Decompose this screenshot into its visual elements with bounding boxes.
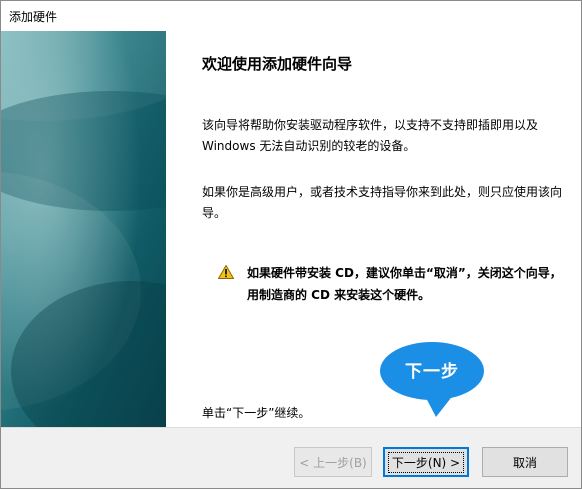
window-title: 添加硬件 <box>9 10 58 24</box>
title-bar[interactable]: 添加硬件 <box>1 1 581 30</box>
back-button-label: < 上一步(B) <box>299 455 367 470</box>
warning-text: 如果硬件带安装 CD，建议你单击“取消”，关闭这个向导，用制造商的 CD 来安装… <box>247 266 562 302</box>
next-button[interactable]: 下一步(N) > <box>383 447 469 477</box>
wizard-content: 欢迎使用添加硬件向导 该向导将帮助你安装驱动程序软件，以支持不支持即插即用以及 … <box>166 31 581 427</box>
button-bar: < 上一步(B) 下一步(N) > 取消 <box>1 427 581 488</box>
add-hardware-wizard-window: 添加硬件 欢迎使用添加硬件向导 该向导将帮助你安装驱动程序软件，以支持不支持即插… <box>0 0 582 489</box>
back-button[interactable]: < 上一步(B) <box>294 447 372 477</box>
callout-text: 下一步 <box>405 362 459 382</box>
next-step-callout: 下一步 <box>378 339 493 419</box>
warning-triangle-icon <box>218 265 234 279</box>
wizard-side-banner <box>1 31 166 427</box>
cancel-button[interactable]: 取消 <box>482 447 568 477</box>
advanced-user-paragraph: 如果你是高级用户，或者技术支持指导你来到此处，则只应使用该向导。 <box>202 185 563 220</box>
intro-paragraph: 该向导将帮助你安装驱动程序软件，以支持不支持即插即用以及 Windows 无法自… <box>202 118 539 153</box>
cancel-button-label: 取消 <box>512 455 537 470</box>
next-button-label: 下一步(N) > <box>387 451 465 473</box>
wizard-heading: 欢迎使用添加硬件向导 <box>202 55 353 73</box>
continue-hint: 单击“下一步”继续。 <box>202 406 311 420</box>
banner-graphic <box>1 31 166 427</box>
